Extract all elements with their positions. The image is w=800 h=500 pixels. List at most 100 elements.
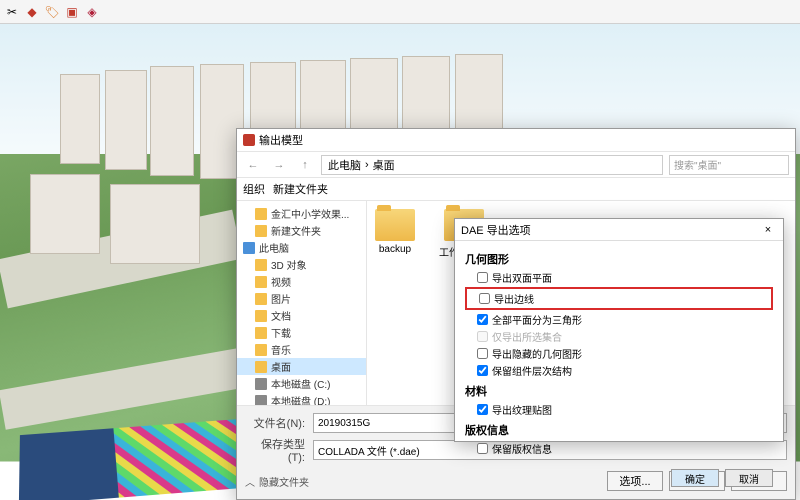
- option-item[interactable]: 导出边线: [467, 290, 771, 307]
- tree-item[interactable]: 视频: [237, 273, 366, 290]
- tree-item-label: 本地磁盘 (D:): [271, 393, 330, 405]
- cancel-button[interactable]: 取消: [725, 469, 773, 487]
- tree-item[interactable]: 新建文件夹: [237, 222, 366, 239]
- tree-item[interactable]: 下载: [237, 324, 366, 341]
- scissors-icon[interactable]: ✂: [4, 4, 20, 20]
- option-label: 全部平面分为三角形: [492, 312, 582, 327]
- option-checkbox[interactable]: [477, 365, 488, 376]
- option-item: 仅导出所选集合: [465, 328, 773, 345]
- folder-icon: [255, 259, 267, 271]
- tree-item-label: 图片: [271, 291, 291, 306]
- option-checkbox[interactable]: [477, 404, 488, 415]
- folder-icon: [255, 327, 267, 339]
- option-group-geometry: 几何图形: [465, 251, 773, 267]
- tree-item[interactable]: 金汇中小学效果...: [237, 205, 366, 222]
- tree-item-label: 桌面: [271, 359, 291, 374]
- organize-menu[interactable]: 组织: [243, 181, 265, 197]
- option-checkbox[interactable]: [479, 293, 490, 304]
- dae-options-dialog: DAE 导出选项 × 几何图形导出双面平面导出边线全部平面分为三角形仅导出所选集…: [454, 218, 784, 442]
- command-row: 组织 新建文件夹: [237, 177, 795, 201]
- breadcrumb[interactable]: 此电脑 › 桌面: [321, 155, 663, 175]
- building: [455, 54, 503, 134]
- tree-item[interactable]: 本地磁盘 (D:): [237, 392, 366, 405]
- tree-item-label: 3D 对象: [271, 257, 307, 272]
- tree-item[interactable]: 文档: [237, 307, 366, 324]
- highlight-annotation: 导出边线: [465, 287, 773, 310]
- folder-tree[interactable]: 金汇中小学效果...新建文件夹此电脑 3D 对象视频图片文档下载音乐桌面本地磁盘 …: [237, 201, 367, 405]
- option-item[interactable]: 导出双面平面: [465, 269, 773, 286]
- tree-item[interactable]: 图片: [237, 290, 366, 307]
- tree-item[interactable]: 音乐: [237, 341, 366, 358]
- tree-item-label: 音乐: [271, 342, 291, 357]
- drive-icon: [255, 378, 267, 390]
- folder-icon: [255, 361, 267, 373]
- tree-item-label: 新建文件夹: [271, 223, 321, 238]
- building: [110, 184, 200, 264]
- option-group-material: 材料: [465, 383, 773, 399]
- folder-icon: [255, 276, 267, 288]
- close-icon[interactable]: ×: [759, 221, 777, 239]
- tree-item-label: 此电脑: [259, 240, 289, 255]
- tree-item-label: 本地磁盘 (C:): [271, 376, 330, 391]
- app-icon: [243, 134, 255, 146]
- chevron-right-icon: ›: [365, 159, 369, 171]
- folder-icon: [255, 208, 267, 220]
- drive-icon: [255, 395, 267, 406]
- option-label: 保留组件层次结构: [492, 363, 572, 378]
- option-label: 仅导出所选集合: [492, 329, 562, 344]
- tree-item[interactable]: 3D 对象: [237, 256, 366, 273]
- option-checkbox[interactable]: [477, 314, 488, 325]
- new-folder-button[interactable]: 新建文件夹: [273, 181, 328, 197]
- back-icon[interactable]: ←: [243, 155, 263, 175]
- option-item[interactable]: 保留版权信息: [465, 440, 773, 457]
- option-item[interactable]: 保留组件层次结构: [465, 362, 773, 379]
- option-label: 导出纹理贴图: [492, 402, 552, 417]
- tree-item[interactable]: 桌面: [237, 358, 366, 375]
- hide-folders-toggle[interactable]: ︿ 隐藏文件夹: [245, 471, 309, 492]
- forward-icon[interactable]: →: [269, 155, 289, 175]
- tree-item-label: 下载: [271, 325, 291, 340]
- building: [150, 66, 194, 176]
- option-item[interactable]: 导出纹理贴图: [465, 401, 773, 418]
- dialog-title: 输出模型: [259, 132, 303, 148]
- folder-icon: [255, 225, 267, 237]
- option-checkbox[interactable]: [477, 272, 488, 283]
- main-toolbar: ✂ ◆ 🏷 ▣ ◈: [0, 0, 800, 24]
- building: [30, 174, 100, 254]
- dialog-titlebar[interactable]: 输出模型: [237, 129, 795, 151]
- option-checkbox: [477, 331, 488, 342]
- option-checkbox[interactable]: [477, 443, 488, 454]
- tree-item[interactable]: 此电脑: [237, 239, 366, 256]
- up-icon[interactable]: ↑: [295, 155, 315, 175]
- tag-icon[interactable]: 🏷: [44, 4, 60, 20]
- tree-item-label: 视频: [271, 274, 291, 289]
- tree-item-label: 文档: [271, 308, 291, 323]
- paint-icon[interactable]: ◆: [24, 4, 40, 20]
- folder-icon: [255, 344, 267, 356]
- ok-button[interactable]: 确定: [671, 469, 719, 487]
- building: [60, 74, 100, 164]
- option-item[interactable]: 全部平面分为三角形: [465, 311, 773, 328]
- option-item[interactable]: 导出隐藏的几何图形: [465, 345, 773, 362]
- chevron-up-icon: ︿: [245, 474, 255, 489]
- folder-icon: [255, 293, 267, 305]
- breadcrumb-part[interactable]: 桌面: [373, 157, 395, 173]
- option-group-credits: 版权信息: [465, 422, 773, 438]
- folder-icon: [255, 310, 267, 322]
- option-checkbox[interactable]: [477, 348, 488, 359]
- building: [402, 56, 450, 138]
- cube-icon[interactable]: ▣: [64, 4, 80, 20]
- nav-row: ← → ↑ 此电脑 › 桌面 搜索"桌面": [237, 151, 795, 177]
- options-titlebar[interactable]: DAE 导出选项 ×: [455, 219, 783, 241]
- tree-item[interactable]: 本地磁盘 (C:): [237, 375, 366, 392]
- option-label: 导出隐藏的几何图形: [492, 346, 582, 361]
- building: [105, 70, 147, 170]
- search-input[interactable]: 搜索"桌面": [669, 155, 789, 175]
- gem-icon[interactable]: ◈: [84, 4, 100, 20]
- options-title: DAE 导出选项: [461, 222, 531, 238]
- folder-icon: [375, 209, 415, 241]
- breadcrumb-part[interactable]: 此电脑: [328, 157, 361, 173]
- savetype-label: 保存类型(T):: [245, 436, 305, 464]
- file-label: backup: [379, 244, 411, 255]
- file-item[interactable]: backup: [375, 209, 415, 255]
